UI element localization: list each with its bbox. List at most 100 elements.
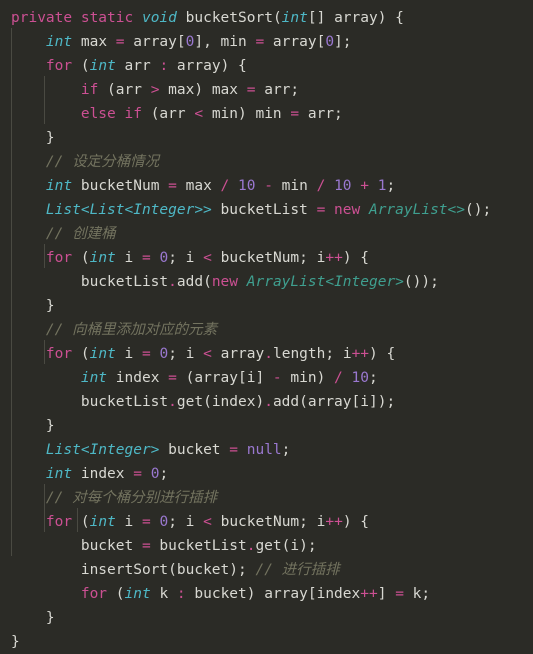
token-identifier: bucketNum; i	[211, 514, 326, 530]
token-keyword: static	[80, 10, 134, 26]
token-punct	[325, 178, 334, 194]
code-line: for (int arr : array) {	[0, 54, 533, 78]
token-identifier: index	[107, 370, 169, 386]
code-line: int max = array[0], min = array[0];	[0, 30, 533, 54]
token-keyword: for	[80, 586, 108, 602]
token-punct: (i);	[281, 538, 317, 554]
token-punct: (	[272, 10, 282, 26]
token-type: int	[45, 178, 73, 194]
token-punct	[369, 178, 378, 194]
token-punct: ; i	[168, 346, 204, 362]
token-identifier: bucketList	[80, 274, 169, 290]
code-content[interactable]: private static void bucketSort(int[] arr…	[0, 6, 533, 654]
token-number: 0	[159, 346, 169, 362]
token-keyword: for	[45, 346, 73, 362]
token-punct: ]	[377, 586, 396, 602]
code-line: for (int k : bucket) array[index++] = k;	[0, 582, 533, 606]
token-keyword: private	[11, 10, 73, 26]
token-operator: ++	[325, 250, 343, 266]
token-identifier: k	[150, 586, 177, 602]
token-operator: =	[229, 442, 238, 458]
token-operator: /	[220, 178, 230, 194]
token-punct: ;	[368, 370, 378, 386]
token-number: 10	[351, 370, 369, 386]
token-identifier: min) min	[203, 106, 291, 122]
token-identifier: array[	[124, 34, 186, 50]
token-punct: }	[11, 298, 55, 314]
token-operator: -	[272, 370, 282, 386]
token-identifier: min)	[281, 370, 335, 386]
token-identifier: min	[272, 178, 317, 194]
code-line: int index = (array[i] - min) / 10;	[0, 366, 533, 390]
token-punct: (array[i]);	[299, 394, 396, 410]
code-line: }	[0, 414, 533, 438]
token-operator: ++	[351, 346, 370, 362]
token-number: 10	[238, 178, 256, 194]
token-number: 10	[334, 178, 352, 194]
token-punct: }	[11, 418, 55, 434]
token-identifier: index	[72, 466, 134, 482]
token-operator: +	[360, 178, 370, 194]
token-method-call: get	[176, 394, 204, 410]
token-operator: =	[133, 466, 142, 482]
token-punct	[229, 178, 238, 194]
token-method-call: add	[272, 394, 300, 410]
token-comment: // 设定分桶情况	[45, 154, 160, 170]
token-type: int	[80, 370, 108, 386]
token-identifier: i	[115, 346, 142, 362]
token-operator: <	[203, 514, 212, 530]
token-operator: =	[142, 250, 151, 266]
code-line: else if (arr < min) min = arr;	[0, 102, 533, 126]
token-punct: ();	[465, 202, 492, 218]
token-punct: ;	[386, 178, 396, 194]
token-punct: (	[72, 346, 90, 362]
code-editor[interactable]: private static void bucketSort(int[] arr…	[0, 0, 533, 650]
token-punct	[343, 370, 352, 386]
token-operator: =	[142, 514, 151, 530]
code-line: List<List<Integer>> bucketList = new Arr…	[0, 198, 533, 222]
code-line: for (int i = 0; i < array.length; i++) {	[0, 342, 533, 366]
token-punct: ;	[281, 442, 291, 458]
code-line: for (int i = 0; i < bucketNum; i++) {	[0, 246, 533, 270]
token-punct	[352, 178, 361, 194]
token-identifier: max	[72, 34, 116, 50]
code-line: bucketList.get(index).add(array[i]);	[0, 390, 533, 414]
token-class: ArrayList<Integer>	[246, 274, 404, 290]
token-operator: .	[264, 394, 273, 410]
token-keyword-null: null	[246, 442, 282, 458]
code-line: bucketList.add(new ArrayList<Integer>())…	[0, 270, 533, 294]
token-punct	[238, 274, 247, 290]
token-identifier: bucketList	[80, 394, 169, 410]
token-type: List<List<Integer>>	[45, 202, 212, 218]
code-line: }	[0, 126, 533, 150]
token-identifier: bucketList	[211, 202, 317, 218]
code-line: }	[0, 630, 533, 654]
token-comment: // 向桶里添加对应的元素	[45, 322, 218, 338]
code-line: }	[0, 294, 533, 318]
token-punct: (	[107, 586, 125, 602]
token-operator: /	[334, 370, 343, 386]
token-type: int	[45, 466, 73, 482]
token-punct: (	[72, 514, 90, 530]
token-punct: [] array) {	[307, 10, 404, 26]
token-keyword: for	[45, 514, 73, 530]
token-keyword: if	[124, 106, 142, 122]
token-punct	[116, 106, 125, 122]
token-comment: // 进行插排	[255, 562, 340, 578]
token-method-call: get	[255, 538, 282, 554]
token-punct: }	[11, 634, 20, 650]
token-punct	[360, 202, 369, 218]
code-line: List<Integer> bucket = null;	[0, 438, 533, 462]
token-operator: :	[176, 586, 186, 602]
